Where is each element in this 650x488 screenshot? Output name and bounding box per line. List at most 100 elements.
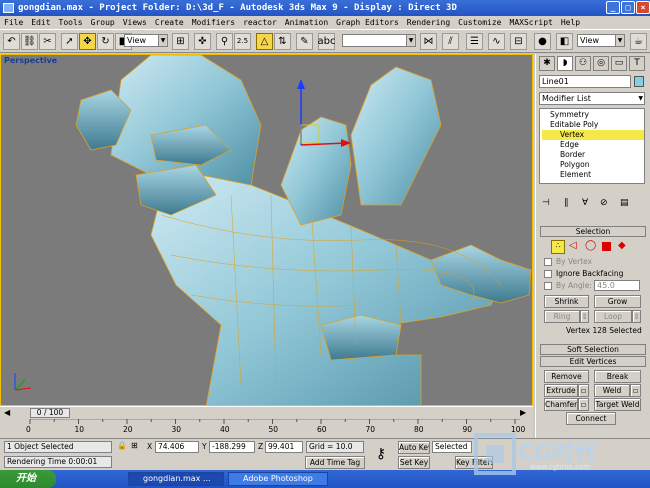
- set-key-icon[interactable]: ⚷: [368, 441, 394, 467]
- task-photoshop[interactable]: Adobe Photoshop: [228, 472, 328, 486]
- quick-render-icon[interactable]: ☕: [630, 33, 647, 50]
- add-time-tag-button[interactable]: Add Time Tag: [305, 456, 365, 469]
- schematic-view-icon[interactable]: ⊟: [510, 33, 527, 50]
- layer-manager-icon[interactable]: ☰: [466, 33, 483, 50]
- loop-button[interactable]: Loop: [594, 310, 632, 323]
- chamfer-settings-button[interactable]: ▫: [578, 398, 589, 411]
- select-rotate-icon[interactable]: ↻: [97, 33, 114, 50]
- element-mode-icon[interactable]: ◆: [618, 240, 626, 251]
- prev-frame-icon[interactable]: ◀: [4, 408, 10, 417]
- undo-icon[interactable]: ↶: [3, 33, 20, 50]
- next-frame-icon[interactable]: ▶: [520, 408, 526, 417]
- lock-selection-icon[interactable]: 🔒: [117, 441, 127, 450]
- stack-item-border[interactable]: Border: [560, 150, 585, 160]
- menu-edit[interactable]: Edit: [31, 18, 50, 27]
- modify-tab-icon[interactable]: ◗: [557, 56, 573, 71]
- make-unique-icon[interactable]: ∀: [582, 198, 588, 208]
- extrude-button[interactable]: Extrude: [544, 384, 578, 397]
- time-slider[interactable]: 0 / 100 ◀ ▶: [0, 406, 533, 419]
- menu-maxscript[interactable]: MAXScript: [510, 18, 553, 27]
- named-selection-icon[interactable]: ✎: [296, 33, 313, 50]
- task-3dsmax[interactable]: gongdian.max ...: [128, 472, 224, 486]
- stack-item-edge[interactable]: Edge: [560, 140, 579, 150]
- motion-tab-icon[interactable]: ◎: [593, 56, 609, 71]
- vertex-mode-icon[interactable]: ∴: [551, 240, 565, 254]
- grow-button[interactable]: Grow: [594, 295, 641, 308]
- soft-selection-rollout[interactable]: Soft Selection: [540, 344, 646, 355]
- set-key-button[interactable]: Set Key: [398, 456, 430, 469]
- connect-button[interactable]: Connect: [566, 412, 616, 425]
- extrude-settings-button[interactable]: ▫: [578, 384, 589, 397]
- auto-key-button[interactable]: Auto Key: [398, 441, 430, 454]
- percent-snap-icon[interactable]: △: [256, 33, 273, 50]
- stack-item-editable-poly[interactable]: Editable Poly: [550, 120, 598, 130]
- ring-spinner[interactable]: ⇕: [580, 310, 589, 323]
- remove-button[interactable]: Remove: [544, 370, 589, 383]
- menu-rendering[interactable]: Rendering: [407, 18, 450, 27]
- maximize-button[interactable]: □: [621, 1, 635, 14]
- material-editor-icon[interactable]: ●: [534, 33, 551, 50]
- menu-group[interactable]: Group: [91, 18, 115, 27]
- configure-modifier-sets-icon[interactable]: ▤: [620, 198, 629, 208]
- frame-counter[interactable]: 0 / 100: [30, 408, 70, 418]
- menu-views[interactable]: Views: [123, 18, 147, 27]
- spinner-snap-icon[interactable]: ⇅: [274, 33, 291, 50]
- utilities-tab-icon[interactable]: T: [629, 56, 645, 71]
- pin-stack-icon[interactable]: ⊣: [542, 198, 550, 208]
- stack-item-symmetry[interactable]: Symmetry: [550, 110, 589, 120]
- curve-editor-icon[interactable]: ∿: [488, 33, 505, 50]
- create-tab-icon[interactable]: ✱: [539, 56, 555, 71]
- edit-vertices-rollout[interactable]: Edit Vertices: [540, 356, 646, 367]
- menu-file[interactable]: File: [4, 18, 23, 27]
- polygon-mode-icon[interactable]: [602, 242, 611, 251]
- stack-item-vertex[interactable]: Vertex: [542, 130, 644, 140]
- target-weld-button[interactable]: Target Weld: [594, 398, 641, 411]
- show-end-result-icon[interactable]: ∥: [564, 198, 569, 208]
- reference-coordinate-dropdown[interactable]: View ▼: [124, 34, 168, 47]
- render-scene-icon[interactable]: ◧: [556, 33, 573, 50]
- by-angle-checkbox[interactable]: [544, 282, 552, 290]
- display-tab-icon[interactable]: ▭: [611, 56, 627, 71]
- stack-item-polygon[interactable]: Polygon: [560, 160, 589, 170]
- minimize-button[interactable]: _: [606, 1, 620, 14]
- start-button[interactable]: 开始: [0, 470, 56, 488]
- weld-button[interactable]: Weld: [594, 384, 630, 397]
- break-button[interactable]: Break: [594, 370, 641, 383]
- key-mode-dropdown[interactable]: Selected: [432, 441, 472, 453]
- border-mode-icon[interactable]: ◯: [585, 240, 596, 251]
- menu-graph-editors[interactable]: Graph Editors: [336, 18, 399, 27]
- absolute-mode-icon[interactable]: ⊞: [131, 441, 138, 450]
- menu-modifiers[interactable]: Modifiers: [192, 18, 235, 27]
- loop-spinner[interactable]: ⇕: [632, 310, 641, 323]
- select-link-icon[interactable]: ⛓: [21, 33, 38, 50]
- select-object-icon[interactable]: ➚: [61, 33, 78, 50]
- menu-reactor[interactable]: reactor: [243, 18, 277, 27]
- hierarchy-tab-icon[interactable]: ⚇: [575, 56, 591, 71]
- pivot-center-icon[interactable]: ⊞: [172, 33, 189, 50]
- menu-customize[interactable]: Customize: [458, 18, 501, 27]
- stack-item-element[interactable]: Element: [560, 170, 591, 180]
- by-vertex-checkbox[interactable]: [544, 258, 552, 266]
- y-coordinate-field[interactable]: -188.299: [209, 441, 255, 453]
- ignore-backfacing-checkbox[interactable]: [544, 270, 552, 278]
- weld-settings-button[interactable]: ▫: [630, 384, 641, 397]
- select-move-icon[interactable]: ✥: [79, 33, 96, 50]
- z-coordinate-field[interactable]: 99.401: [265, 441, 303, 453]
- edit-named-selection-icon[interactable]: abc: [318, 33, 336, 50]
- by-angle-spinner[interactable]: 45.0: [594, 280, 640, 291]
- unlink-icon[interactable]: ✂: [39, 33, 56, 50]
- align-icon[interactable]: ⫽: [442, 33, 459, 50]
- track-bar[interactable]: 0 10 20 30 40 50 60 70 80 90 100: [0, 419, 533, 438]
- perspective-viewport[interactable]: Perspective: [0, 54, 533, 406]
- shrink-button[interactable]: Shrink: [544, 295, 589, 308]
- menu-animation[interactable]: Animation: [285, 18, 328, 27]
- select-manipulate-icon[interactable]: ✜: [194, 33, 211, 50]
- object-name-field[interactable]: Line01: [539, 75, 631, 88]
- x-coordinate-field[interactable]: 74.406: [155, 441, 199, 453]
- modifier-list-dropdown[interactable]: Modifier List ▼: [539, 92, 645, 105]
- mirror-icon[interactable]: ⋈: [420, 33, 437, 50]
- menu-tools[interactable]: Tools: [59, 18, 83, 27]
- selection-rollout[interactable]: Selection: [540, 226, 646, 237]
- remove-modifier-icon[interactable]: ⊘: [600, 198, 608, 208]
- edge-mode-icon[interactable]: ◁: [569, 240, 577, 251]
